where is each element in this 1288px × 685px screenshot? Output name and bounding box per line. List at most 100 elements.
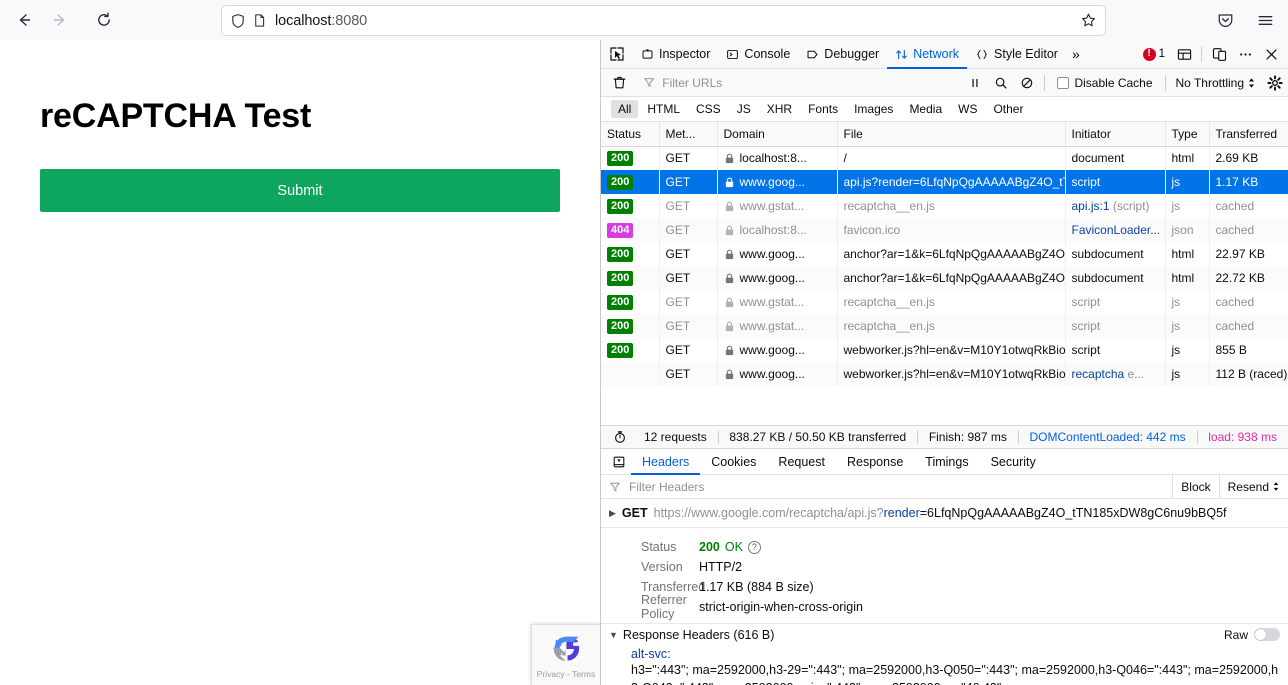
pause-requests-button[interactable] (962, 70, 988, 96)
response-headers-section-header[interactable]: ▼ Response Headers (616 B) Raw (601, 623, 1288, 645)
details-tab-request[interactable]: Request (767, 449, 836, 475)
recaptcha-logo-icon (552, 634, 580, 661)
app-menu-button[interactable] (1248, 4, 1282, 36)
type-filter-xhr[interactable]: XHR (760, 100, 799, 118)
devtools-panel: Inspector Console Debugger Network Style… (600, 40, 1288, 685)
details-tab-timings[interactable]: Timings (914, 449, 979, 475)
toggle-details-panel-button[interactable] (607, 455, 631, 469)
network-toolbar: Disable Cache No Throttling (601, 69, 1288, 97)
block-request-button[interactable]: Block (1172, 474, 1218, 499)
tab-style-editor[interactable]: Style Editor (967, 40, 1066, 69)
domain-value: localhost:8... (739, 223, 807, 237)
devtools-toolbar-right: ! 1 (1137, 40, 1288, 69)
filter-urls-input[interactable] (660, 74, 953, 91)
devtools-menu-button[interactable] (1232, 40, 1258, 69)
cell-transferred: cached (1209, 290, 1288, 314)
block-requests-button[interactable] (1014, 70, 1040, 96)
error-count-badge[interactable]: ! 1 (1137, 47, 1171, 61)
type-filter-ws[interactable]: WS (951, 100, 984, 118)
cell-status: 200 (601, 290, 660, 314)
table-row[interactable]: 200 GET www.goog... webworker.js?hl=en&v=M1… (601, 338, 1288, 362)
initiator-value[interactable]: api.js:1 (1072, 199, 1110, 213)
initiator-value[interactable]: recaptcha (1072, 367, 1125, 381)
recaptcha-badge[interactable]: Privacy - Terms (531, 624, 600, 685)
network-icon (896, 49, 907, 59)
back-button[interactable] (6, 4, 42, 36)
header-name[interactable]: alt-svc: (631, 647, 671, 661)
table-row[interactable]: 200 GET www.goog... api.js?render=6LfqNpQgA… (601, 170, 1288, 194)
type-filter-all[interactable]: All (611, 100, 639, 118)
network-settings-button[interactable] (1262, 70, 1288, 96)
navigation-buttons (0, 4, 122, 36)
lock-icon (725, 273, 733, 283)
cell-method: GET (659, 338, 718, 362)
tab-inspector[interactable]: Inspector (633, 40, 718, 69)
expand-twisty-icon[interactable]: ▶ (609, 508, 616, 519)
column-header-type[interactable]: Type (1165, 122, 1210, 147)
forward-arrow-icon (53, 14, 65, 26)
column-header-domain[interactable]: Domain (717, 122, 838, 147)
clear-requests-button[interactable] (605, 70, 633, 96)
domain-value: www.goog... (739, 271, 805, 285)
address-bar[interactable]: localhost:8080 (221, 5, 1106, 36)
table-row[interactable]: 200 GET localhost:8... / document html 2.69 KB… (601, 146, 1288, 170)
submit-button[interactable]: Submit (40, 169, 560, 212)
table-row[interactable]: 404 GET localhost:8... favicon.ico FaviconLo… (601, 218, 1288, 242)
collapse-twisty-icon[interactable]: ▼ (609, 630, 618, 640)
details-tab-security[interactable]: Security (980, 449, 1047, 475)
table-row[interactable]: 200 GET www.goog... anchor?ar=1&k=6LfqNpQgA… (601, 242, 1288, 266)
tab-debugger[interactable]: Debugger (798, 40, 887, 69)
type-filter-html[interactable]: HTML (640, 100, 687, 118)
table-row[interactable]: 200 GET www.gstat... recaptcha__en.js api.js… (601, 194, 1288, 218)
table-row[interactable]: 200 GET www.goog... anchor?ar=1&k=6LfqNpQgA… (601, 266, 1288, 290)
type-filter-fonts[interactable]: Fonts (801, 100, 845, 118)
type-filter-css[interactable]: CSS (689, 100, 728, 118)
table-row[interactable]: GET www.goog... webworker.js?hl=en&v=M10Y1… (601, 362, 1288, 386)
resend-request-button[interactable]: Resend (1218, 474, 1288, 499)
column-header-initiator[interactable]: Initiator (1065, 122, 1166, 147)
search-requests-button[interactable] (988, 70, 1014, 96)
disable-cache-checkbox[interactable]: Disable Cache (1049, 76, 1160, 90)
disable-cache-checkbox-box[interactable] (1057, 76, 1070, 89)
cell-domain: www.goog... (717, 266, 838, 290)
forward-button[interactable] (42, 4, 78, 36)
initiator-value[interactable]: FaviconLoader... (1072, 223, 1161, 237)
cell-initiator: subdocument (1065, 266, 1166, 290)
element-picker-button[interactable] (601, 46, 633, 62)
raw-toggle-knob (1255, 629, 1266, 640)
status-badge: 200 (607, 295, 634, 310)
type-filter-images[interactable]: Images (847, 100, 900, 118)
recaptcha-terms-label[interactable]: Privacy - Terms (537, 669, 595, 679)
bookmark-star-icon[interactable] (1080, 12, 1097, 29)
column-header-status[interactable]: Status (601, 122, 660, 147)
details-tab-cookies[interactable]: Cookies (700, 449, 767, 475)
column-header-method[interactable]: Met... (659, 122, 718, 147)
tabs-overflow-button[interactable]: » (1066, 46, 1086, 62)
tab-console[interactable]: Console (718, 40, 798, 69)
cell-type: js (1165, 194, 1210, 218)
tab-network[interactable]: Network (887, 40, 967, 69)
type-filter-media[interactable]: Media (902, 100, 949, 118)
pocket-button[interactable] (1208, 4, 1242, 36)
filter-urls-box[interactable] (639, 73, 956, 93)
throttling-dropdown[interactable]: No Throttling (1170, 76, 1262, 90)
column-header-transferred[interactable]: Transferred (1209, 122, 1288, 147)
request-url: https://www.google.com/recaptcha/api.js?… (654, 506, 1227, 520)
cell-initiator: document (1065, 146, 1166, 170)
column-header-file[interactable]: File (837, 122, 1066, 147)
request-url-line[interactable]: ▶ GET https://www.google.com/recaptcha/a… (601, 499, 1288, 528)
type-filter-other[interactable]: Other (986, 100, 1030, 118)
details-tab-headers[interactable]: Headers (631, 449, 700, 475)
raw-toggle[interactable] (1254, 628, 1280, 641)
headers-body: ▶ GET https://www.google.com/recaptcha/a… (601, 499, 1288, 685)
details-tab-response[interactable]: Response (836, 449, 914, 475)
split-console-button[interactable] (1171, 40, 1197, 69)
table-row[interactable]: 200 GET www.gstat... recaptcha__en.js script… (601, 290, 1288, 314)
filter-headers-input[interactable] (627, 478, 1173, 495)
table-row[interactable]: 200 GET www.gstat... recaptcha__en.js script… (601, 314, 1288, 338)
responsive-design-mode-button[interactable] (1206, 40, 1232, 69)
type-filter-js[interactable]: JS (730, 100, 758, 118)
status-help-icon[interactable]: ? (747, 540, 761, 554)
reload-button[interactable] (86, 4, 122, 36)
close-devtools-button[interactable] (1258, 40, 1284, 69)
